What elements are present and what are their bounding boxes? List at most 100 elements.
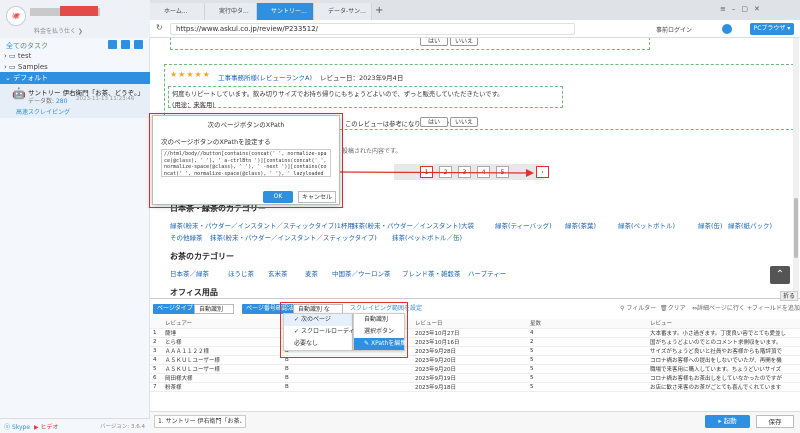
save-button[interactable]: 保存: [756, 415, 794, 428]
menu-annotation-frame: [280, 302, 408, 358]
pc-browser-button[interactable]: PCブラウザ ▾: [750, 23, 794, 35]
no-button[interactable]: いいえ: [450, 117, 478, 127]
trash-icon: 🗑: [660, 305, 668, 312]
cat-link[interactable]: 緑茶(ペットボトル): [618, 220, 675, 230]
table-row[interactable]: 7 粉茶様 B 2023年9月18日 5 お店に歓さ来客のお茶がごとても喜んでくれています: [150, 382, 800, 392]
table-cell: 7: [150, 382, 162, 392]
col-header[interactable]: レビュー日: [412, 319, 527, 329]
table-cell: ＡＳＫＵＬユーザー様: [162, 355, 282, 365]
cat-link[interactable]: ほうじ茶: [228, 268, 254, 278]
clear-button[interactable]: 🗑クリア: [660, 304, 686, 314]
cat-link[interactable]: 緑茶(茶葉): [565, 220, 596, 230]
cat-link[interactable]: 日本茶／緑茶: [170, 268, 209, 278]
page-type-select[interactable]: 自動識別: [194, 304, 234, 314]
cat-link[interactable]: 中国茶／ウーロン茶: [332, 268, 391, 278]
new-folder-icon[interactable]: [121, 40, 130, 49]
close-icon[interactable]: ✕: [754, 5, 766, 13]
minimize-icon[interactable]: –: [732, 5, 742, 13]
table-cell: とら様: [162, 337, 282, 347]
table-cell: お店に歓さ来客のお茶がごとても喜んでくれています: [647, 382, 800, 392]
cat-link[interactable]: 麦茶: [305, 268, 318, 278]
data-count-value[interactable]: 280: [56, 98, 67, 105]
tab-home[interactable]: ホーム...: [150, 3, 205, 20]
table-row[interactable]: 6 岡田様大様 B 2023年9月19日 5 コロナ禍お客様もお茶出しをしていなかったので…: [150, 373, 800, 383]
arrow-line: [340, 171, 527, 174]
prev-review-block: [170, 38, 650, 50]
pre-login-button[interactable]: 事前ログイン: [656, 25, 692, 34]
yes-button[interactable]: はい: [420, 117, 448, 127]
ok-button[interactable]: OK: [263, 191, 293, 203]
cancel-button[interactable]: キャンセル: [298, 191, 336, 203]
cat-link[interactable]: 緑茶(粉末・パウダー／インスタント／スティックタイプ)1杯用: [170, 220, 354, 230]
cat-link[interactable]: 緑茶(紙パック): [728, 220, 772, 230]
table-row[interactable]: 4 ＡＳＫＵＬユーザー様 B 2023年9月20日 5 コロナ禍お客様への提出をしないでい…: [150, 355, 800, 365]
folder-default[interactable]: ⌄ デフォルト: [0, 72, 150, 84]
col-header[interactable]: 星数: [527, 319, 647, 329]
table-cell: 2: [527, 337, 647, 347]
cat-link[interactable]: ハーブティー: [468, 268, 506, 278]
prev-no-button[interactable]: いいえ: [450, 38, 478, 46]
tab-suntory[interactable]: サントリー...: [257, 3, 314, 20]
tree-item-label: Samples: [17, 63, 48, 71]
status-icon: [722, 24, 732, 34]
detail-page-button[interactable]: ⇔詳細ページに行く: [692, 304, 745, 314]
cat-link[interactable]: 緑茶(ティーバッグ): [495, 220, 552, 230]
add-field-button[interactable]: +フィールドを追加: [747, 304, 800, 314]
cat-link[interactable]: 抹茶(ペットボトル／缶): [392, 232, 462, 242]
table-cell: 4: [527, 328, 647, 338]
reload-icon[interactable]: ↻: [156, 23, 163, 32]
review-date: レビュー日：2023年9月4日: [320, 74, 404, 82]
table-cell: B: [282, 382, 412, 392]
new-task-icon[interactable]: [108, 40, 117, 49]
new-tab-icon[interactable]: +: [375, 5, 383, 16]
tree-item-test[interactable]: › ▭ test: [4, 51, 31, 62]
table-header-row: レビュアー レビュー日 星数 レビュー: [150, 319, 800, 329]
web-scrollbar[interactable]: [793, 38, 799, 298]
url-input[interactable]: https://www.askul.co.jp/review/P233512/: [170, 23, 575, 35]
tab-data[interactable]: データ-サン...: [314, 3, 372, 20]
col-header[interactable]: レビュアー: [162, 319, 282, 329]
table-cell: 2023年9月20日: [412, 355, 527, 365]
table-row[interactable]: 5 ＡＳＫＵＬユーザー様 B 2023年9月20日 5 職場で来客用に購入しています。ちょ…: [150, 364, 800, 374]
table-cell: 2: [150, 337, 162, 347]
table-cell: 5: [150, 364, 162, 374]
table-row[interactable]: 1 薩埵 2023年10月27日 4 大本番ます。小さ過ぎます。丁度良い容でとても愛並し: [150, 328, 800, 338]
add-field-label: フィールドを追加: [752, 305, 800, 312]
menu-icon[interactable]: ≡: [720, 5, 732, 13]
pricing-link[interactable]: 料金を払う仕く ❯: [34, 26, 83, 35]
collapse-button[interactable]: 折る: [780, 291, 799, 301]
cat-link[interactable]: その他緑茶: [170, 232, 203, 242]
import-icon[interactable]: [134, 40, 143, 49]
chevron-right-icon: ›: [4, 52, 7, 60]
app-logo-icon: 🐙: [6, 6, 26, 26]
table-row[interactable]: 3ＡＡＡ１１２２様B2023年9月28日5サイズがちょうど良いと社員やお客様から…: [150, 346, 800, 356]
skype-link[interactable]: ⓢ Skype: [4, 422, 30, 431]
tab-running[interactable]: 実行中タ...: [205, 3, 257, 20]
scroll-top-button[interactable]: ⌃: [770, 266, 790, 284]
col-header[interactable]: レビュー: [647, 319, 800, 329]
web-scrollbar-thumb[interactable]: [794, 198, 798, 258]
run-button[interactable]: ▸ 起動: [705, 415, 750, 428]
cat-link[interactable]: 抹茶(粉末・パウダー／インスタント／スティックタイプ): [210, 232, 377, 242]
task-tab-chip[interactable]: 1. サントリー 伊右衛門「お茶、ど...: [154, 415, 246, 428]
tutorial-link[interactable]: ▶ ヒデオ: [34, 422, 59, 431]
cat-link[interactable]: ブレンド茶・雑穀茶: [402, 268, 461, 278]
maximize-icon[interactable]: ▢: [741, 5, 754, 13]
chevron-right-icon: ›: [4, 63, 7, 71]
reviewer-name[interactable]: 工事事務所様(レビューランクA): [218, 72, 312, 82]
table-cell: サイズがちょうど良いと社員やお客様からも階評頂で: [647, 346, 800, 356]
table-cell: コロナ禍お客様への提出をしないでいたが、再開を機: [647, 355, 800, 365]
tab-label: 実行中タ...: [219, 8, 249, 15]
table-row[interactable]: 2 とら様 2023年10月16日 2 国がちょうどよいのでとのコメント求側収をいます。: [150, 337, 800, 347]
cat-link[interactable]: 玄米茶: [268, 268, 288, 278]
chevron-up-icon: ⌃: [775, 269, 785, 280]
table-cell: コロナ禍お客様もお茶出しをしていなかったのですが: [647, 373, 800, 383]
table-cell: B: [282, 364, 412, 374]
xpath-textarea[interactable]: //html/body//button[contains(concat(' ',…: [161, 149, 331, 177]
xpath-dialog: 次のページボタンのXPath 次のページボタンのXPathを設定する //htm…: [152, 115, 340, 205]
cat-link[interactable]: 緑茶(缶): [698, 220, 723, 230]
prev-yes-button[interactable]: はい: [420, 38, 448, 46]
filter-button[interactable]: ⚲ フィルター: [620, 304, 656, 314]
skype-label: Skype: [11, 424, 31, 431]
cat-link[interactable]: 抹茶(粉末・パウダー／インスタント)大袋: [352, 220, 474, 230]
